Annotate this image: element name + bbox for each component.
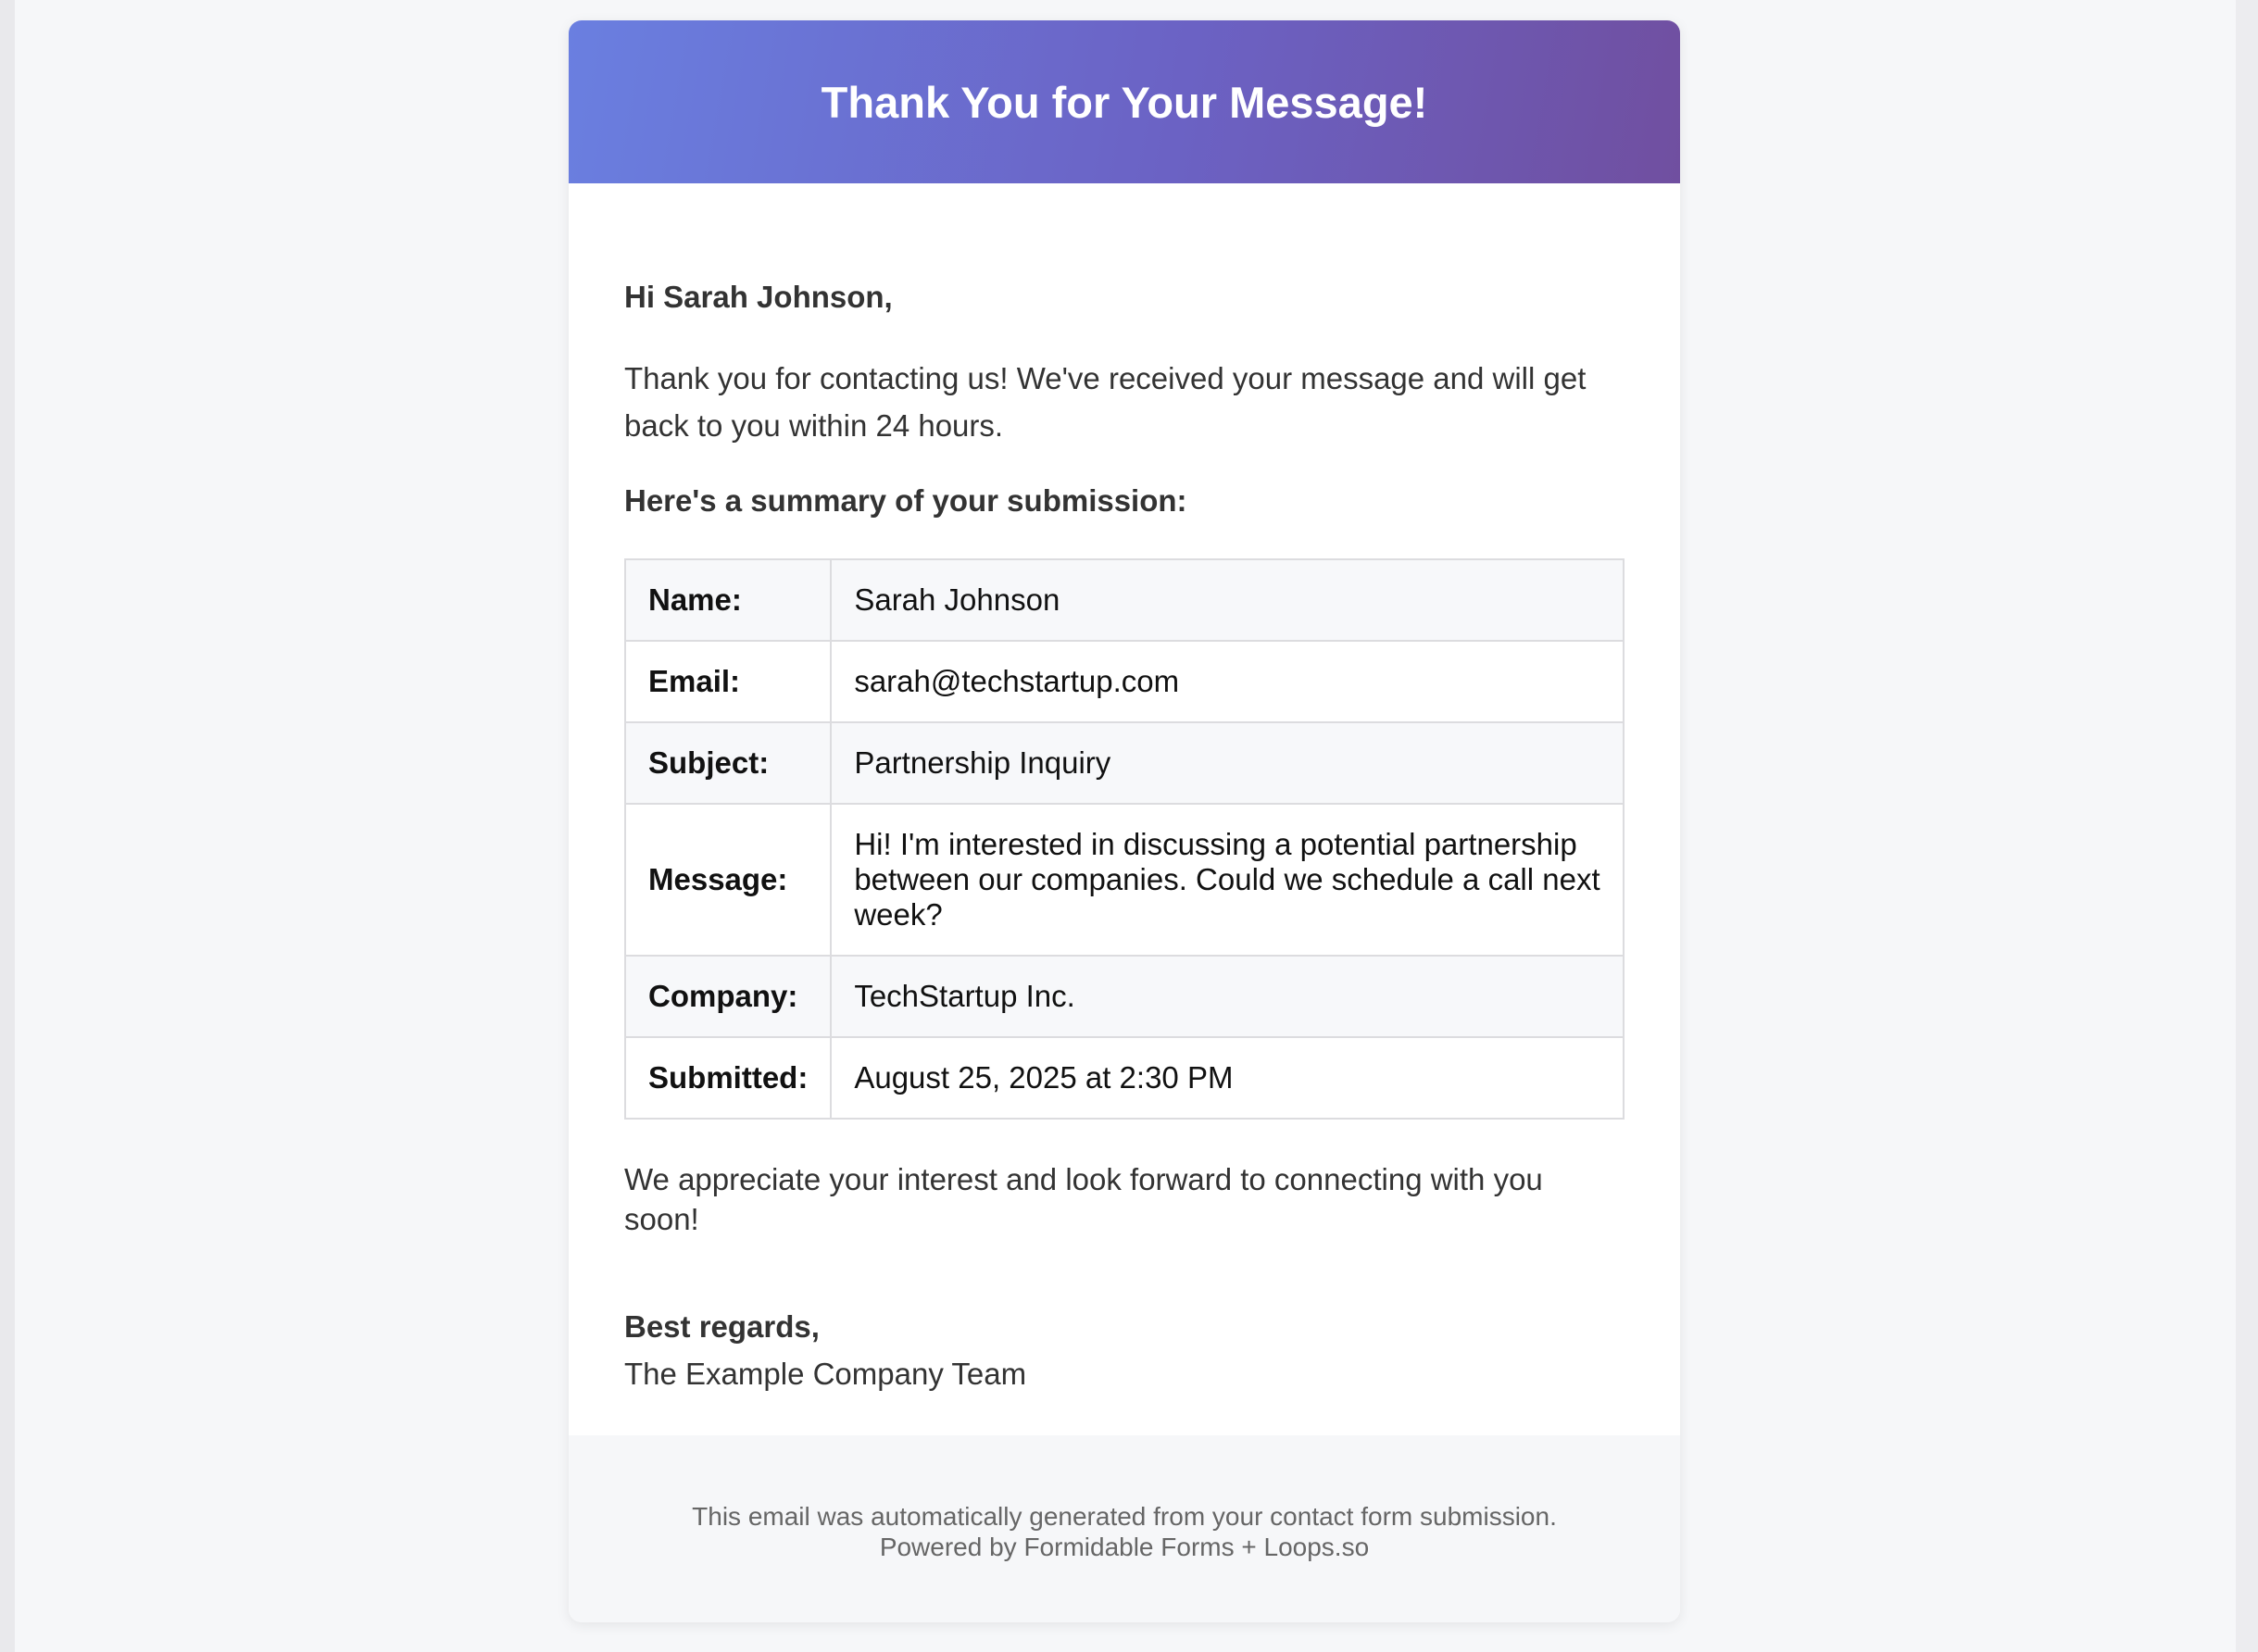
row-value-email: sarah@techstartup.com	[830, 639, 1625, 723]
row-label-message: Message:	[623, 802, 833, 957]
row-label-name: Name:	[623, 557, 833, 642]
row-label-email: Email:	[623, 639, 833, 723]
email-header: Thank You for Your Message!	[569, 20, 1680, 183]
email-title: Thank You for Your Message!	[821, 77, 1428, 127]
greeting: Hi Sarah Johnson,	[624, 280, 893, 314]
row-value-name: Sarah Johnson	[830, 557, 1625, 642]
table-row: Email: sarah@techstartup.com	[623, 639, 1625, 723]
team-signature: The Example Company Team	[624, 1356, 1027, 1391]
table-row: Message: Hi! I'm interested in discussin…	[623, 802, 1625, 957]
table-row: Name: Sarah Johnson	[623, 557, 1625, 642]
footer-line-generated: This email was automatically generated f…	[692, 1502, 1557, 1531]
table-row: Company: TechStartup Inc.	[623, 954, 1625, 1038]
row-value-subject: Partnership Inquiry	[830, 720, 1625, 805]
table-row: Subject: Partnership Inquiry	[623, 720, 1625, 805]
window-edge	[2236, 0, 2258, 1652]
intro-paragraph: Thank you for contacting us! We've recei…	[624, 360, 1587, 443]
summary-heading: Here's a summary of your submission:	[624, 482, 1187, 518]
row-label-submitted: Submitted:	[623, 1035, 833, 1120]
row-value-submitted: August 25, 2025 at 2:30 PM	[830, 1035, 1625, 1120]
closing-paragraph: We appreciate your interest and look for…	[624, 1161, 1543, 1236]
footer-line-powered-by: Powered by Formidable Forms + Loops.so	[879, 1533, 1370, 1561]
row-label-subject: Subject:	[623, 720, 833, 805]
row-label-company: Company:	[623, 954, 833, 1038]
row-value-company: TechStartup Inc.	[830, 954, 1625, 1038]
row-value-message: Hi! I'm interested in discussing a poten…	[830, 802, 1625, 957]
email-footer: This email was automatically generated f…	[569, 1435, 1680, 1622]
signoff: Best regards,	[624, 1308, 820, 1344]
table-row: Submitted: August 25, 2025 at 2:30 PM	[623, 1035, 1625, 1120]
email-card: Thank You for Your Message! Hi Sarah Joh…	[569, 20, 1680, 1622]
submission-summary-table: Name: Sarah Johnson Email: sarah@techsta…	[623, 557, 1625, 1120]
email-content: Hi Sarah Johnson, Thank you for contacti…	[569, 278, 1680, 1397]
